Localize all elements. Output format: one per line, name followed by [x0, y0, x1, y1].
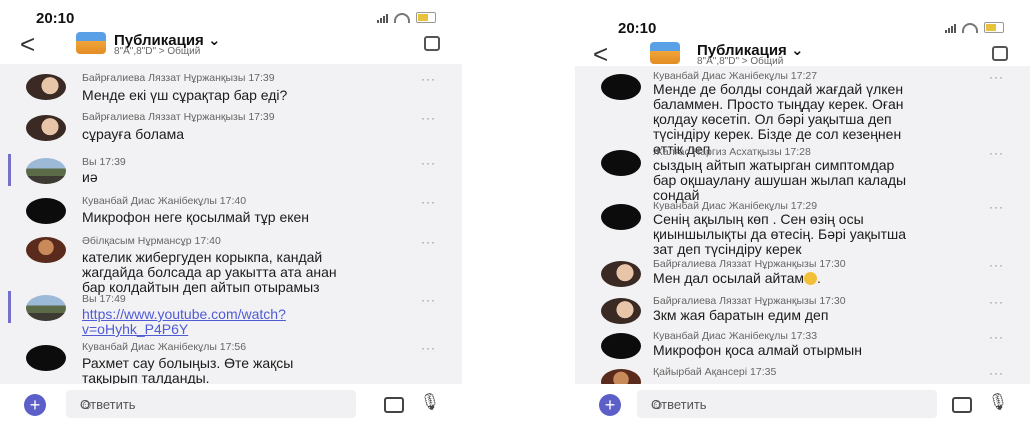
avatar[interactable] [601, 369, 641, 384]
message-meta: Байрғалиева Ляззат Нұржанқызы 17:30 [653, 258, 846, 270]
avatar[interactable] [601, 298, 641, 324]
more-options-icon[interactable]: ··· [421, 111, 436, 125]
message-meta: Қайырбай Ақансері 17:35 [653, 366, 777, 378]
avatar[interactable] [26, 345, 66, 371]
message-text: сұрауға болама [82, 126, 185, 142]
meeting-icon[interactable] [992, 46, 1008, 61]
more-options-icon[interactable]: ··· [421, 341, 436, 355]
team-avatar[interactable] [76, 32, 106, 54]
right-phone-screen: 20:10 < Публикация ⌄ 8"А",8"D" > Общий К… [575, 0, 1030, 426]
message-feed[interactable]: Байрғалиева Ляззат Нұржанқызы 17:39 Менд… [0, 64, 462, 384]
back-chevron-icon[interactable]: < [593, 40, 608, 68]
camera-icon[interactable] [384, 397, 404, 413]
microphone-icon[interactable]: 🎙 [988, 392, 1008, 412]
avatar[interactable] [26, 237, 66, 263]
avatar[interactable] [26, 115, 66, 141]
avatar[interactable] [601, 74, 641, 100]
message-text: Микрофон қоса алмай отырмын [653, 342, 862, 358]
status-time: 20:10 [618, 20, 657, 37]
signal-icon [945, 23, 956, 33]
wifi-icon [962, 22, 978, 33]
message-link[interactable]: https://www.youtube.com/watch? v=oHyhk_P… [82, 306, 286, 337]
channel-subtitle: 8"А",8"D" > Общий [114, 46, 201, 57]
status-icons [945, 22, 1004, 33]
reply-input[interactable]: Ответить ☺ [66, 390, 356, 418]
message-text: иә [82, 169, 98, 185]
more-options-icon[interactable]: ··· [989, 366, 1004, 380]
battery-icon [984, 22, 1004, 33]
more-options-icon[interactable]: ··· [989, 295, 1004, 309]
more-options-icon[interactable]: ··· [421, 235, 436, 249]
more-options-icon[interactable]: ··· [989, 330, 1004, 344]
message-meta: Куванбай Диас Жанібекұлы 17:40 [82, 195, 247, 207]
message-text: сыздың айтып жатырган симптомдар бар оқш… [653, 157, 907, 203]
channel-header: < Публикация ⌄ 8"А",8"D" > Общий [0, 28, 462, 62]
status-bar: 20:10 [575, 18, 1030, 38]
message-meta: Әбілқасым Нұрмансұр 17:40 [82, 235, 221, 247]
add-icon[interactable]: + [24, 394, 46, 416]
message-meta: Байрғалиева Ляззат Нұржанқызы 17:39 [82, 72, 275, 84]
more-options-icon[interactable]: ··· [421, 156, 436, 170]
more-options-icon[interactable]: ··· [421, 72, 436, 86]
compose-bar: + Ответить ☺ 🎙 [0, 384, 462, 426]
wifi-icon [394, 12, 410, 23]
add-icon[interactable]: + [599, 394, 621, 416]
signal-icon [377, 13, 388, 23]
more-options-icon[interactable]: ··· [421, 195, 436, 209]
avatar[interactable] [601, 150, 641, 176]
camera-icon[interactable] [952, 397, 972, 413]
compose-bar: + Ответить ☺ 🎙 [575, 384, 1030, 426]
status-bar: 20:10 [0, 8, 462, 28]
team-avatar[interactable] [650, 42, 680, 64]
message-meta: Куванбай Диас Жанібекұлы 17:33 [653, 330, 818, 342]
message-feed[interactable]: Куванбай Диас Жанібекұлы 17:27 Менде де … [575, 66, 1030, 384]
more-options-icon[interactable]: ··· [989, 200, 1004, 214]
reply-input[interactable]: Ответить ☺ [637, 390, 937, 418]
emoji-icon[interactable]: ☺ [651, 397, 664, 412]
message-meta: Куванбай Диас Жанібекұлы 17:56 [82, 341, 247, 353]
message-text: Рахмет сау болыңыз. Өте жақсы тақырып та… [82, 355, 294, 385]
message-text: Мен дал осылай айтам [653, 270, 805, 286]
avatar[interactable] [26, 198, 66, 224]
left-phone-screen: 20:10 < Публикация ⌄ 8"А",8"D" > Общий Б… [0, 0, 462, 426]
message-meta: Вы 17:49 [82, 293, 126, 305]
status-icons [377, 12, 436, 23]
message-text: 3км жая баратын едим деп [653, 307, 829, 323]
more-options-icon[interactable]: ··· [989, 146, 1004, 160]
message-meta: Вы 17:39 [82, 156, 126, 168]
message-meta: Байрғалиева Ляззат Нұржанқызы 17:30 [653, 295, 846, 307]
avatar[interactable] [26, 74, 66, 100]
avatar[interactable] [601, 333, 641, 359]
microphone-icon[interactable]: 🎙 [420, 392, 440, 412]
avatar[interactable] [601, 204, 641, 230]
message-text: Сенің ақылың көп . Сен өзің осы қиыншылы… [653, 211, 907, 257]
smile-emoji-icon [804, 272, 818, 285]
back-chevron-icon[interactable]: < [20, 30, 35, 58]
message-meta: Байрғалиева Ляззат Нұржанқызы 17:39 [82, 111, 275, 123]
message-text: кателик жибергуден корыкпа, кандай жагда… [82, 249, 337, 295]
more-options-icon[interactable]: ··· [989, 258, 1004, 272]
meeting-icon[interactable] [424, 36, 440, 51]
avatar[interactable] [26, 158, 66, 184]
emoji-icon[interactable]: ☺ [80, 397, 93, 412]
more-options-icon[interactable]: ··· [989, 70, 1004, 84]
status-time: 20:10 [36, 10, 75, 27]
battery-icon [416, 12, 436, 23]
message-text: Менде екі үш сұрақтар бар еді? [82, 87, 288, 103]
avatar[interactable] [26, 295, 66, 321]
message-link-wrap: https://www.youtube.com/watch? v=oHyhk_P… [82, 307, 286, 337]
message-text: Микрофон неге қосылмай тұр екен [82, 209, 310, 225]
more-options-icon[interactable]: ··· [421, 293, 436, 307]
message-text-wrap: Мен дал осылай айтам. [653, 270, 821, 286]
avatar[interactable] [601, 261, 641, 287]
